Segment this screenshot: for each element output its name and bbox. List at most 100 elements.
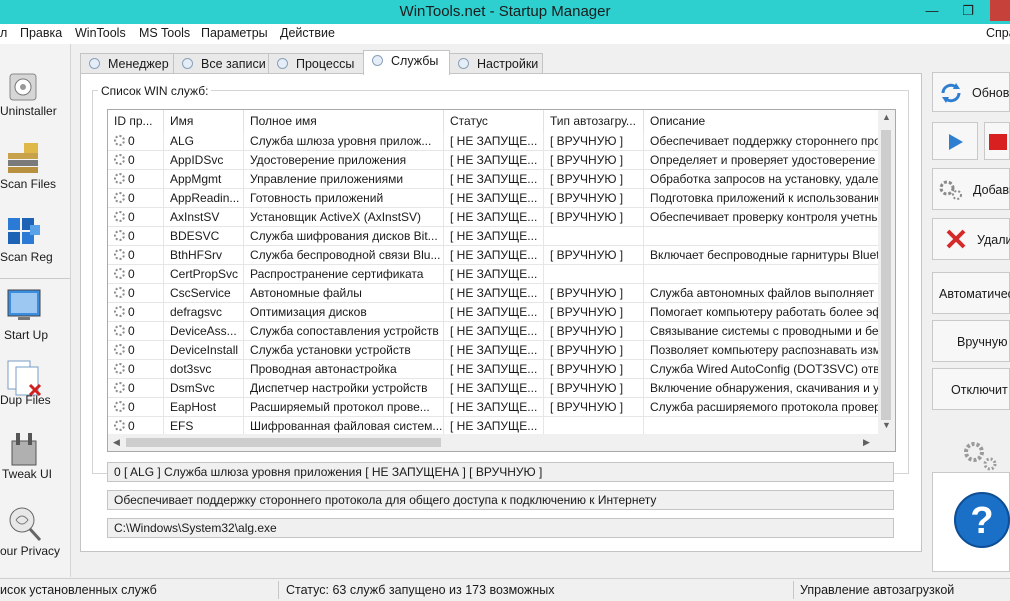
table-row[interactable]: 0 AppReadin... Готовность приложений[ НЕ З… (108, 189, 884, 208)
table-row[interactable]: 0 DeviceInstall Служба установки устройств… (108, 341, 884, 360)
menu-parameters[interactable]: Параметры (201, 26, 268, 40)
table-row[interactable]: 0 DeviceAss... Служба сопоставления устрой… (108, 322, 884, 341)
cell-fullname: Установщик ActiveX (AxInstSV) (244, 208, 444, 227)
tab-all-entries[interactable]: Все записи (173, 53, 269, 74)
scroll-up-icon[interactable]: ▲ (882, 112, 891, 122)
table-row[interactable]: 0 CertPropSvc Распространение сертификата[… (108, 265, 884, 284)
menu-wintools[interactable]: WinTools (75, 26, 126, 40)
cell-id-text: 0 (128, 172, 135, 186)
cell-id: 0 (108, 360, 164, 379)
tool-label: Uninstaller (0, 104, 57, 118)
cell-id-text: 0 (128, 324, 135, 338)
col-header-id[interactable]: ID пр... (108, 110, 164, 132)
table-row[interactable]: 0 defragsvc Оптимизация дисков[ НЕ ЗАПУЩЕ.… (108, 303, 884, 322)
service-summary: 0 [ ALG ] Служба шлюза уровня приложения… (107, 462, 894, 482)
cell-startup-type: [ ВРУЧНУЮ ] (544, 303, 644, 322)
table-row[interactable]: 0 DsmSvc Диспетчер настройки устройств[ НЕ… (108, 379, 884, 398)
menu-file[interactable]: л (0, 26, 7, 40)
tool-label: Dup Files (0, 393, 51, 407)
menu-action[interactable]: Действие (280, 26, 335, 40)
table-row[interactable]: 0 AppIDSvc Удостоверение приложения[ НЕ ЗА… (108, 151, 884, 170)
col-header-name[interactable]: Имя (164, 110, 244, 132)
cell-id: 0 (108, 208, 164, 227)
cell-status: [ НЕ ЗАПУЩЕ... (444, 208, 544, 227)
col-header-status[interactable]: Статус (444, 110, 544, 132)
close-button[interactable] (990, 0, 1010, 21)
tab-label: Менеджер (108, 57, 169, 71)
scroll-down-icon[interactable]: ▼ (882, 420, 891, 430)
add-button[interactable]: Добави (932, 168, 1010, 210)
cell-status: [ НЕ ЗАПУЩЕ... (444, 341, 544, 360)
table-row[interactable]: 0 ALG Служба шлюза уровня прилож...[ НЕ ЗА… (108, 132, 884, 151)
minimize-button[interactable]: — (920, 2, 944, 20)
tool-privacy[interactable]: our Privacy (0, 500, 70, 570)
add-label: Добави (973, 183, 1010, 197)
delete-icon (946, 229, 966, 249)
cell-startup-type: [ ВРУЧНУЮ ] (544, 379, 644, 398)
help-icon[interactable]: ? (953, 491, 1010, 549)
cell-name: CscService (164, 284, 244, 303)
cell-id-text: 0 (128, 362, 135, 376)
tool-uninstaller[interactable]: Uninstaller (0, 62, 70, 132)
vertical-scroll-thumb[interactable] (881, 130, 891, 420)
vertical-scrollbar[interactable]: ▲ ▼ (878, 110, 895, 434)
auto-startup-button[interactable]: Автоматичес (932, 272, 1010, 314)
manual-startup-button[interactable]: Вручную (932, 320, 1010, 362)
cell-id: 0 (108, 303, 164, 322)
maximize-button[interactable]: ❐ (956, 2, 980, 20)
service-gear-icon (114, 154, 125, 165)
horizontal-scrollbar[interactable]: ◀ ▶ (108, 434, 878, 451)
cell-status: [ НЕ ЗАПУЩЕ... (444, 170, 544, 189)
status-divider (793, 581, 794, 599)
tool-dup-files[interactable]: Dup Files (0, 355, 70, 425)
stop-service-button[interactable] (984, 122, 1010, 160)
table-row[interactable]: 0 BthHFSrv Служба беспроводной связи Blu..… (108, 246, 884, 265)
table-row[interactable]: 0 CscService Автономные файлы[ НЕ ЗАПУЩЕ..… (108, 284, 884, 303)
table-row[interactable]: 0 dot3svc Проводная автонастройка[ НЕ ЗАПУ… (108, 360, 884, 379)
menu-ms-tools[interactable]: MS Tools (139, 26, 190, 40)
scroll-left-icon[interactable]: ◀ (113, 437, 120, 448)
cell-fullname: Автономные файлы (244, 284, 444, 303)
menu-bar: л Правка WinTools MS Tools Параметры Дей… (0, 24, 1010, 44)
table-row[interactable]: 0 AxInstSV Установщик ActiveX (AxInstSV)[ … (108, 208, 884, 227)
tool-tweak-ui[interactable]: Tweak UI (0, 427, 70, 497)
tab-processes[interactable]: Процессы (268, 53, 364, 74)
table-row[interactable]: 0 BDESVC Служба шифрования дисков Bit...[ … (108, 227, 884, 246)
table-row[interactable]: 0 AppMgmt Управление приложениями[ НЕ ЗАПУ… (108, 170, 884, 189)
scroll-right-icon[interactable]: ▶ (863, 437, 870, 448)
svg-text:?: ? (970, 500, 993, 542)
tool-label: Tweak UI (2, 467, 53, 481)
tab-manager[interactable]: Менеджер (80, 53, 174, 74)
col-header-description[interactable]: Описание (644, 110, 884, 132)
table-row[interactable]: 0 EapHost Расширяемый протокол прове...[ Н… (108, 398, 884, 417)
cell-description: Обеспечивает проверку контроля учетных (644, 208, 884, 227)
scan-files-icon (8, 143, 38, 173)
cell-name: DsmSvc (164, 379, 244, 398)
tab-dot-icon (372, 55, 383, 66)
cell-startup-type: [ ВРУЧНУЮ ] (544, 208, 644, 227)
cell-name: EapHost (164, 398, 244, 417)
start-service-button[interactable] (932, 122, 978, 160)
tool-scan-reg[interactable]: Scan Reg (0, 208, 70, 278)
menu-help[interactable]: Спра (986, 26, 1010, 40)
col-header-fullname[interactable]: Полное имя (244, 110, 444, 132)
col-header-startup-type[interactable]: Тип автозагру... (544, 110, 644, 132)
cell-id: 0 (108, 132, 164, 151)
cell-id: 0 (108, 322, 164, 341)
tab-settings[interactable]: Настройки (449, 53, 543, 74)
cell-name: ALG (164, 132, 244, 151)
horizontal-scroll-thumb[interactable] (126, 438, 441, 447)
service-gear-icon (114, 192, 125, 203)
tool-scan-files[interactable]: Scan Files (0, 135, 70, 205)
delete-button[interactable]: Удали (932, 218, 1010, 260)
tool-startup[interactable]: Start Up (0, 282, 70, 352)
services-table[interactable]: ID пр... Имя Полное имя Статус Тип автоз… (107, 109, 896, 452)
refresh-button[interactable]: Обнов (932, 72, 1010, 112)
disable-startup-button[interactable]: Отключит (932, 368, 1010, 410)
tool-label: Scan Files (0, 177, 57, 191)
menu-edit[interactable]: Правка (20, 26, 62, 40)
cell-fullname: Расширяемый протокол прове... (244, 398, 444, 417)
toolbar-separator (0, 278, 70, 279)
tab-services[interactable]: Службы (363, 50, 450, 75)
cell-id: 0 (108, 379, 164, 398)
